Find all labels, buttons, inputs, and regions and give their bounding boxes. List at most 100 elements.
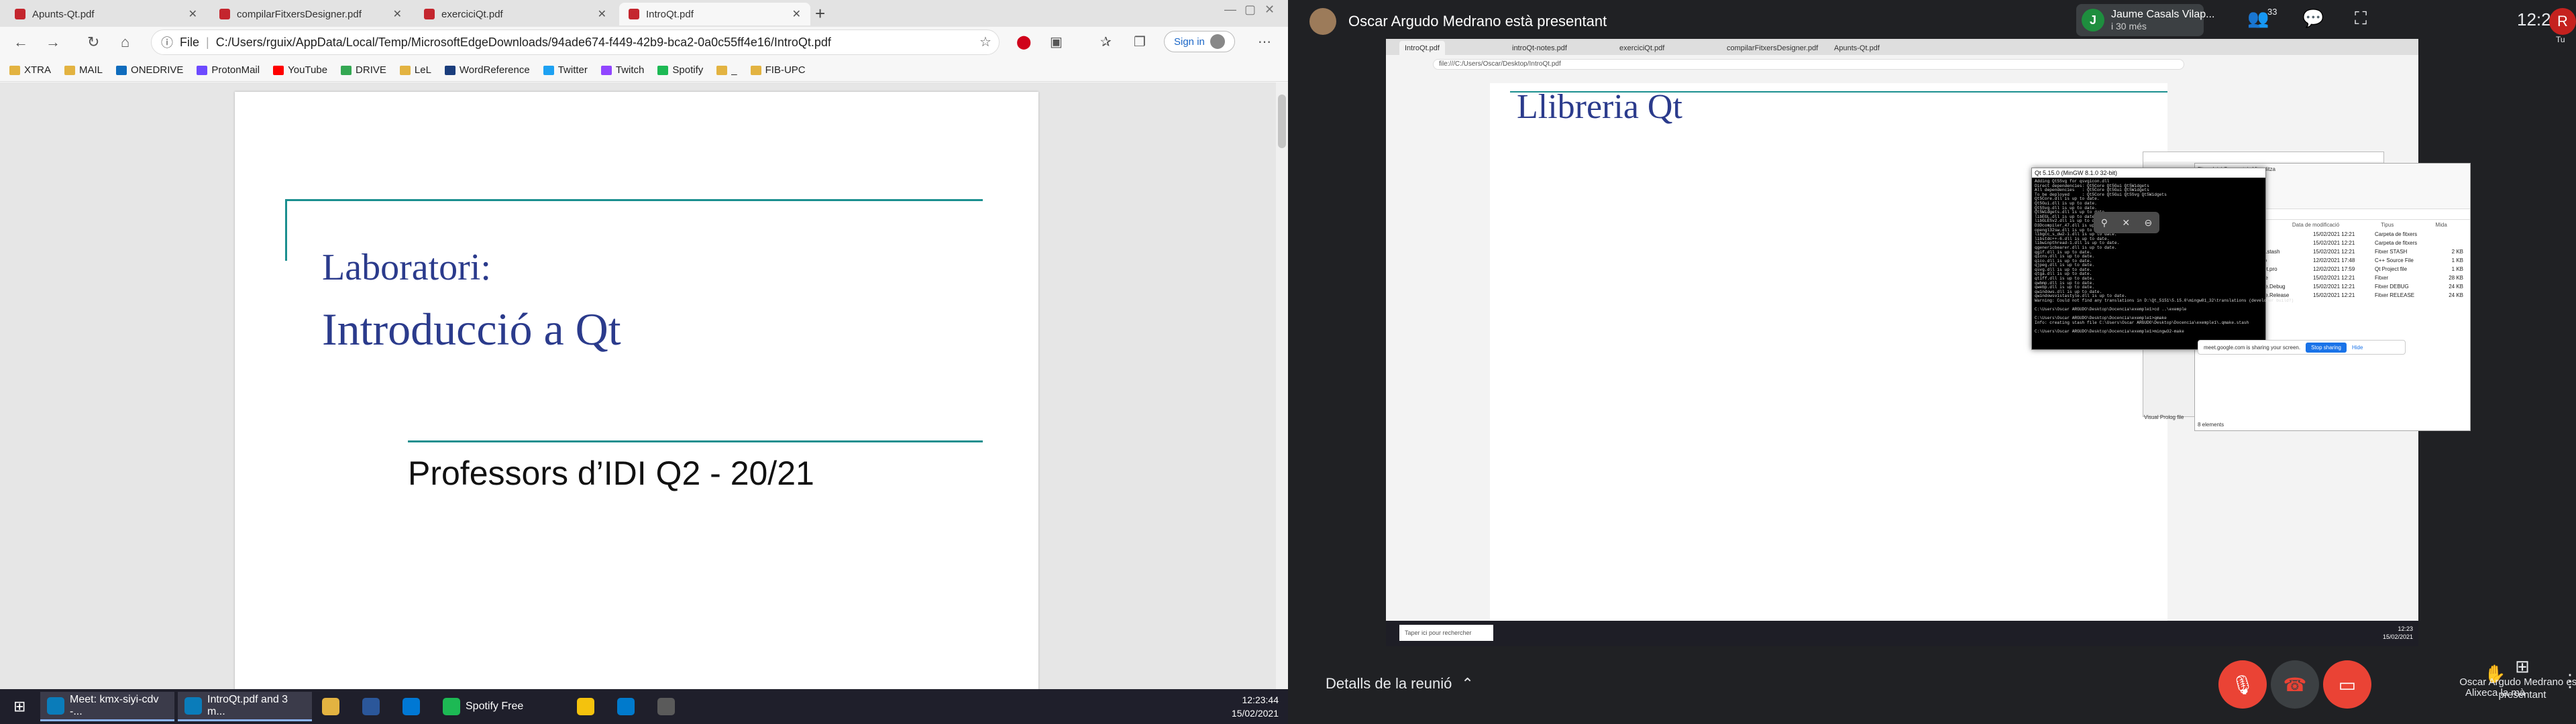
favorite-item[interactable]: FIB-UPC [750, 64, 806, 76]
favorite-item[interactable]: Twitch [600, 64, 644, 76]
refresh-icon[interactable]: ↻ [87, 34, 99, 51]
meeting-details-button[interactable]: Detalls de la reunió ⌃ [1326, 675, 1474, 692]
app-icon [443, 698, 460, 715]
stop-sharing-button[interactable]: Stop sharing [2306, 342, 2347, 353]
scrollbar[interactable] [1276, 82, 1288, 689]
more-options-icon[interactable]: ⋮ [2561, 670, 2576, 691]
taskbar-app-button[interactable]: IntroQt.pdf and 3 m... [178, 692, 312, 721]
favorite-label: LeL [414, 64, 431, 76]
tab-introqt[interactable]: IntroQt.pdf ✕ [619, 3, 810, 25]
close-icon[interactable]: ✕ [792, 7, 801, 21]
tab-label: Apunts-Qt.pdf [32, 8, 95, 20]
file-date: 15/02/2021 12:21 [2313, 284, 2355, 290]
chat-icon[interactable]: 💬 [2302, 8, 2324, 29]
scrollbar-thumb[interactable] [1278, 95, 1286, 148]
column-header[interactable]: Tipus [2381, 222, 2394, 228]
favorite-item[interactable]: ONEDRIVE [116, 64, 183, 76]
collections-icon[interactable]: ❐ [1134, 34, 1146, 50]
remote-tab: Apunts-Qt.pdf [1834, 44, 1880, 52]
favorite-item[interactable]: MAIL [64, 64, 103, 76]
favorite-icon [116, 65, 127, 75]
pin-icon[interactable]: ⚲ [2101, 217, 2108, 229]
app-icon [322, 698, 339, 715]
favorite-item[interactable]: ProtonMail [197, 64, 260, 76]
tab-apunts[interactable]: Apunts-Qt.pdf ✕ [5, 3, 207, 25]
start-button[interactable]: ⊞ [7, 692, 32, 721]
minimize-button[interactable]: — [1224, 3, 1236, 17]
favorite-item[interactable]: XTRA [9, 64, 51, 76]
info-icon: ⓘ [161, 36, 173, 50]
favorite-label: YouTube [288, 64, 328, 76]
favorite-label: FIB-UPC [765, 64, 806, 76]
maximize-button[interactable]: ▢ [1244, 3, 1256, 17]
favorite-item[interactable]: Twitter [543, 64, 588, 76]
new-tab-button[interactable]: + [815, 3, 825, 24]
meet-window: Oscar Argudo Medrano està presentant J J… [1288, 0, 2576, 724]
mic-toggle-button[interactable]: 🎙 [2218, 660, 2267, 709]
activities-icon[interactable]: ⛶ [2355, 8, 2367, 29]
file-date: 15/02/2021 12:21 [2313, 231, 2355, 237]
file-kind: Fitxer STASH [2375, 249, 2408, 255]
shared-screen: IntroQt.pdf introQt-notes.pdf exerciciQt.p… [1386, 39, 2471, 646]
favorite-item[interactable]: LeL [399, 64, 431, 76]
presentation-button[interactable]: ⊞ Oscar Argudo Medrano està presentant [2459, 658, 2576, 701]
favorite-item[interactable]: DRIVE [341, 64, 386, 76]
back-icon[interactable]: ← [13, 34, 28, 51]
tab-label: exerciciQt.pdf [441, 8, 503, 20]
avatar: J [2082, 9, 2104, 32]
forward-icon[interactable]: → [46, 34, 60, 51]
favorite-item[interactable]: Spotify [657, 64, 703, 76]
leave-call-button[interactable]: ☎ [2271, 660, 2319, 709]
minus-icon[interactable]: ⊖ [2145, 217, 2153, 229]
home-icon[interactable]: ⌂ [121, 34, 129, 51]
floating-call-controls: ⚲ ✕ ⊖ [2094, 212, 2159, 233]
joined-notification[interactable]: J Jaume Casals Vilap... i 30 més [2076, 4, 2214, 36]
avatar [1309, 8, 1336, 35]
taskbar-app-button[interactable]: Meet: kmx-siyi-cdv -... [40, 692, 174, 721]
column-header[interactable]: Mida [2435, 222, 2447, 228]
taskbar-app-button[interactable] [356, 692, 386, 721]
extension-icon[interactable]: ▣ [1050, 34, 1063, 50]
slide-title-line-2: Introducció a Qt [322, 304, 621, 355]
camera-off-icon: ▭ [2338, 674, 2357, 695]
favorite-item[interactable]: _ [716, 64, 737, 76]
taskbar-app-button[interactable] [570, 692, 601, 721]
hide-button[interactable]: Hide [2352, 345, 2363, 351]
taskbar-app-button[interactable] [396, 692, 427, 721]
pdf-viewer: Laboratori: Introducció a Qt Professors … [0, 82, 1288, 695]
file-size: 24 KB [2449, 284, 2463, 290]
mic-off-icon[interactable]: ✕ [2122, 217, 2130, 229]
close-icon[interactable]: ✕ [598, 7, 606, 21]
favorites-icon[interactable]: ✰ [1100, 34, 1112, 50]
taskbar-app-button[interactable]: Spotify Free [436, 692, 530, 721]
extension-icon[interactable]: ⬤ [1016, 34, 1031, 50]
close-icon[interactable]: ✕ [393, 7, 402, 21]
tab-strip: Apunts-Qt.pdf ✕ compilarFitxersDesigner.… [0, 0, 1288, 27]
file-kind: Fitxer RELEASE [2375, 292, 2415, 298]
address-bar[interactable]: ⓘ File | C:/Users/rguix/AppData/Local/Te… [151, 29, 1000, 55]
sign-in-button[interactable]: Sign in [1164, 31, 1235, 52]
favorite-label: Spotify [672, 64, 704, 76]
tab-compilar[interactable]: compilarFitxersDesigner.pdf ✕ [210, 3, 411, 25]
taskbar-app-button[interactable] [651, 692, 682, 721]
system-clock[interactable]: 12:23:44 15/02/2021 [1232, 693, 1279, 720]
slide-title-line-1: Laboratori: [322, 247, 491, 288]
taskbar-app-button[interactable] [610, 692, 641, 721]
more-icon[interactable]: ⋯ [1258, 34, 1271, 50]
favorite-icon [273, 65, 284, 75]
favorite-item[interactable]: WordReference [444, 64, 530, 76]
favorite-icon [444, 65, 455, 75]
taskbar-app-button[interactable] [315, 692, 346, 721]
favorite-star-icon[interactable]: ☆ [979, 34, 991, 50]
favorite-label: _ [731, 64, 737, 76]
favorite-item[interactable]: YouTube [273, 64, 327, 76]
tab-exercici[interactable]: exerciciQt.pdf ✕ [415, 3, 616, 25]
file-kind: C++ Source File [2375, 257, 2414, 263]
close-window-button[interactable]: ✕ [1265, 3, 1275, 17]
column-header[interactable]: Data de modificació [2292, 222, 2339, 228]
search-box: Taper ici pour rechercher [1399, 625, 1493, 641]
people-icon[interactable]: 👥 [2247, 8, 2269, 29]
app-icon [47, 697, 64, 715]
close-icon[interactable]: ✕ [189, 7, 197, 21]
camera-toggle-button[interactable]: ▭ [2323, 660, 2371, 709]
